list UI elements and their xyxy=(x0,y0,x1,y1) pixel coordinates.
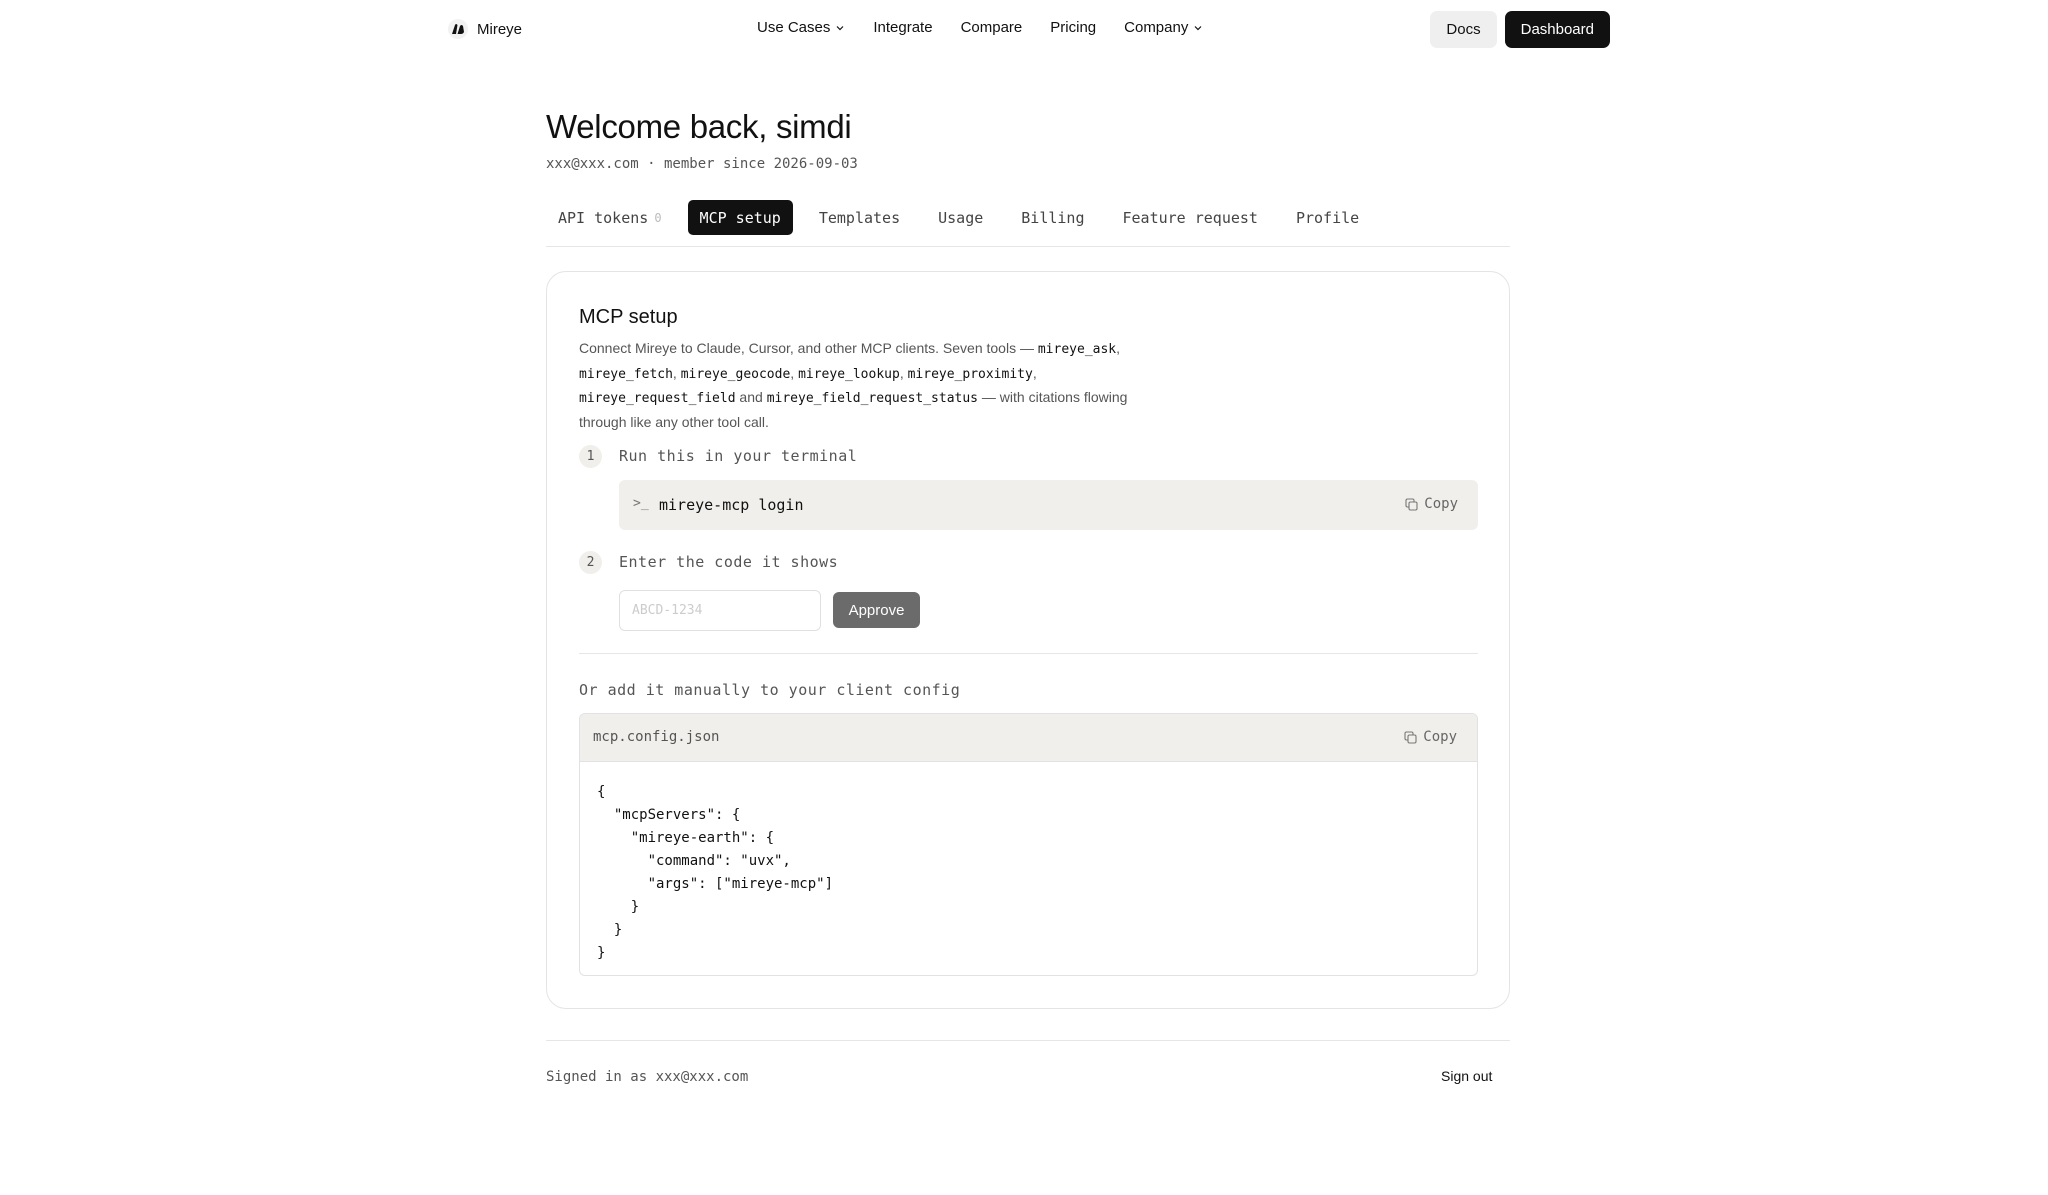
tool-name: mireye_ask xyxy=(1037,342,1117,357)
copy-label: Copy xyxy=(1424,496,1458,512)
config-header: mcp.config.json Copy xyxy=(580,714,1477,762)
tab-count-badge: 0 xyxy=(654,210,662,225)
nav-company[interactable]: Company xyxy=(1124,19,1203,36)
tool-name: mireye_geocode xyxy=(680,366,791,382)
main-nav: Use Cases Integrate Compare Pricing Comp… xyxy=(757,19,1203,36)
step-number: 1 xyxy=(579,445,602,468)
terminal-command: mireye-mcp login xyxy=(659,496,804,514)
tab-label: API tokens xyxy=(558,208,649,227)
copy-command-button[interactable]: Copy xyxy=(1405,496,1458,512)
tab-label: Feature request xyxy=(1122,208,1258,227)
desc-intro: Connect Mireye to Claude, Cursor, and ot… xyxy=(579,340,1038,356)
tool-name: mireye_proximity xyxy=(907,366,1033,382)
tool-name: mireye_request_field xyxy=(579,391,736,406)
brand-link[interactable]: Mireye xyxy=(447,18,522,40)
card-title: MCP setup xyxy=(579,306,678,328)
tab-billing[interactable]: Billing xyxy=(1009,200,1096,235)
tab-label: MCP setup xyxy=(699,208,781,227)
nav-compare[interactable]: Compare xyxy=(961,19,1023,36)
step-number: 2 xyxy=(579,551,602,574)
mcp-setup-card: MCP setup Connect Mireye to Claude, Curs… xyxy=(546,271,1510,1009)
copy-config-button[interactable]: Copy xyxy=(1404,729,1457,745)
sign-out-link[interactable]: Sign out xyxy=(1441,1068,1492,1084)
nav-pricing[interactable]: Pricing xyxy=(1050,19,1096,36)
tab-feature-request[interactable]: Feature request xyxy=(1110,200,1269,235)
tab-label: Profile xyxy=(1295,208,1360,227)
manual-config-label: Or add it manually to your client config xyxy=(579,681,961,699)
approve-button[interactable]: Approve xyxy=(833,592,920,628)
nav-use-cases[interactable]: Use Cases xyxy=(757,19,845,36)
terminal-command-box: >_ mireye-mcp login Copy xyxy=(619,480,1478,530)
nav-actions: Docs Dashboard xyxy=(1430,11,1610,48)
mireye-logo-icon xyxy=(448,19,468,39)
tab-label: Billing xyxy=(1021,208,1085,227)
chevron-down-icon xyxy=(1194,25,1202,30)
tool-name: mireye_field_request_status xyxy=(766,391,979,406)
nav-pricing-label: Pricing xyxy=(1050,19,1097,36)
nav-integrate-label: Integrate xyxy=(873,19,933,36)
step-label: Run this in your terminal xyxy=(619,447,858,465)
config-json-content: { "mcpServers": { "mireye-earth": { "com… xyxy=(597,784,834,961)
tool-name: mireye_fetch xyxy=(579,366,673,382)
tool-name: mireye_lookup xyxy=(798,366,900,382)
nav-integrate[interactable]: Integrate xyxy=(873,19,932,36)
top-nav: Mireye Use Cases Integrate Compare Prici… xyxy=(0,0,2048,60)
tab-usage[interactable]: Usage xyxy=(926,200,995,235)
signed-in-status: Signed in as xxx@xxx.com xyxy=(546,1069,749,1085)
step-label: Enter the code it shows xyxy=(619,553,839,571)
brand-name: Mireye xyxy=(477,20,523,38)
copy-icon xyxy=(1404,730,1417,744)
tab-label: Usage xyxy=(938,208,984,227)
page-title: Welcome back, simdi xyxy=(546,108,852,145)
account-subline: xxx@xxx.com · member since 2026-09-03 xyxy=(546,156,858,172)
config-code-block: mcp.config.json Copy { "mcpServers": { "… xyxy=(579,713,1478,976)
tab-label: Templates xyxy=(818,208,901,227)
dashboard-button[interactable]: Dashboard xyxy=(1504,11,1610,48)
docs-button[interactable]: Docs xyxy=(1430,11,1497,48)
nav-compare-label: Compare xyxy=(960,19,1023,36)
copy-icon xyxy=(1405,497,1418,511)
approval-code-input[interactable] xyxy=(619,590,821,631)
dashboard-tabs: API tokens 0 MCP setup Templates Usage B… xyxy=(546,200,1510,247)
tab-mcp-setup[interactable]: MCP setup xyxy=(687,200,793,235)
tab-api-tokens[interactable]: API tokens 0 xyxy=(546,200,674,235)
card-description: Connect Mireye to Claude, Cursor, and ot… xyxy=(579,340,1128,430)
tab-profile[interactable]: Profile xyxy=(1284,200,1371,235)
footer-divider xyxy=(546,1040,1510,1041)
nav-company-label: Company xyxy=(1124,19,1189,36)
config-filename: mcp.config.json xyxy=(593,729,720,745)
copy-label: Copy xyxy=(1423,729,1457,745)
nav-use-cases-label: Use Cases xyxy=(757,19,831,36)
terminal-icon: >_ xyxy=(633,496,649,511)
desc-and: and xyxy=(735,389,767,405)
divider xyxy=(579,653,1478,654)
tab-templates[interactable]: Templates xyxy=(807,200,912,235)
chevron-down-icon xyxy=(836,25,844,30)
